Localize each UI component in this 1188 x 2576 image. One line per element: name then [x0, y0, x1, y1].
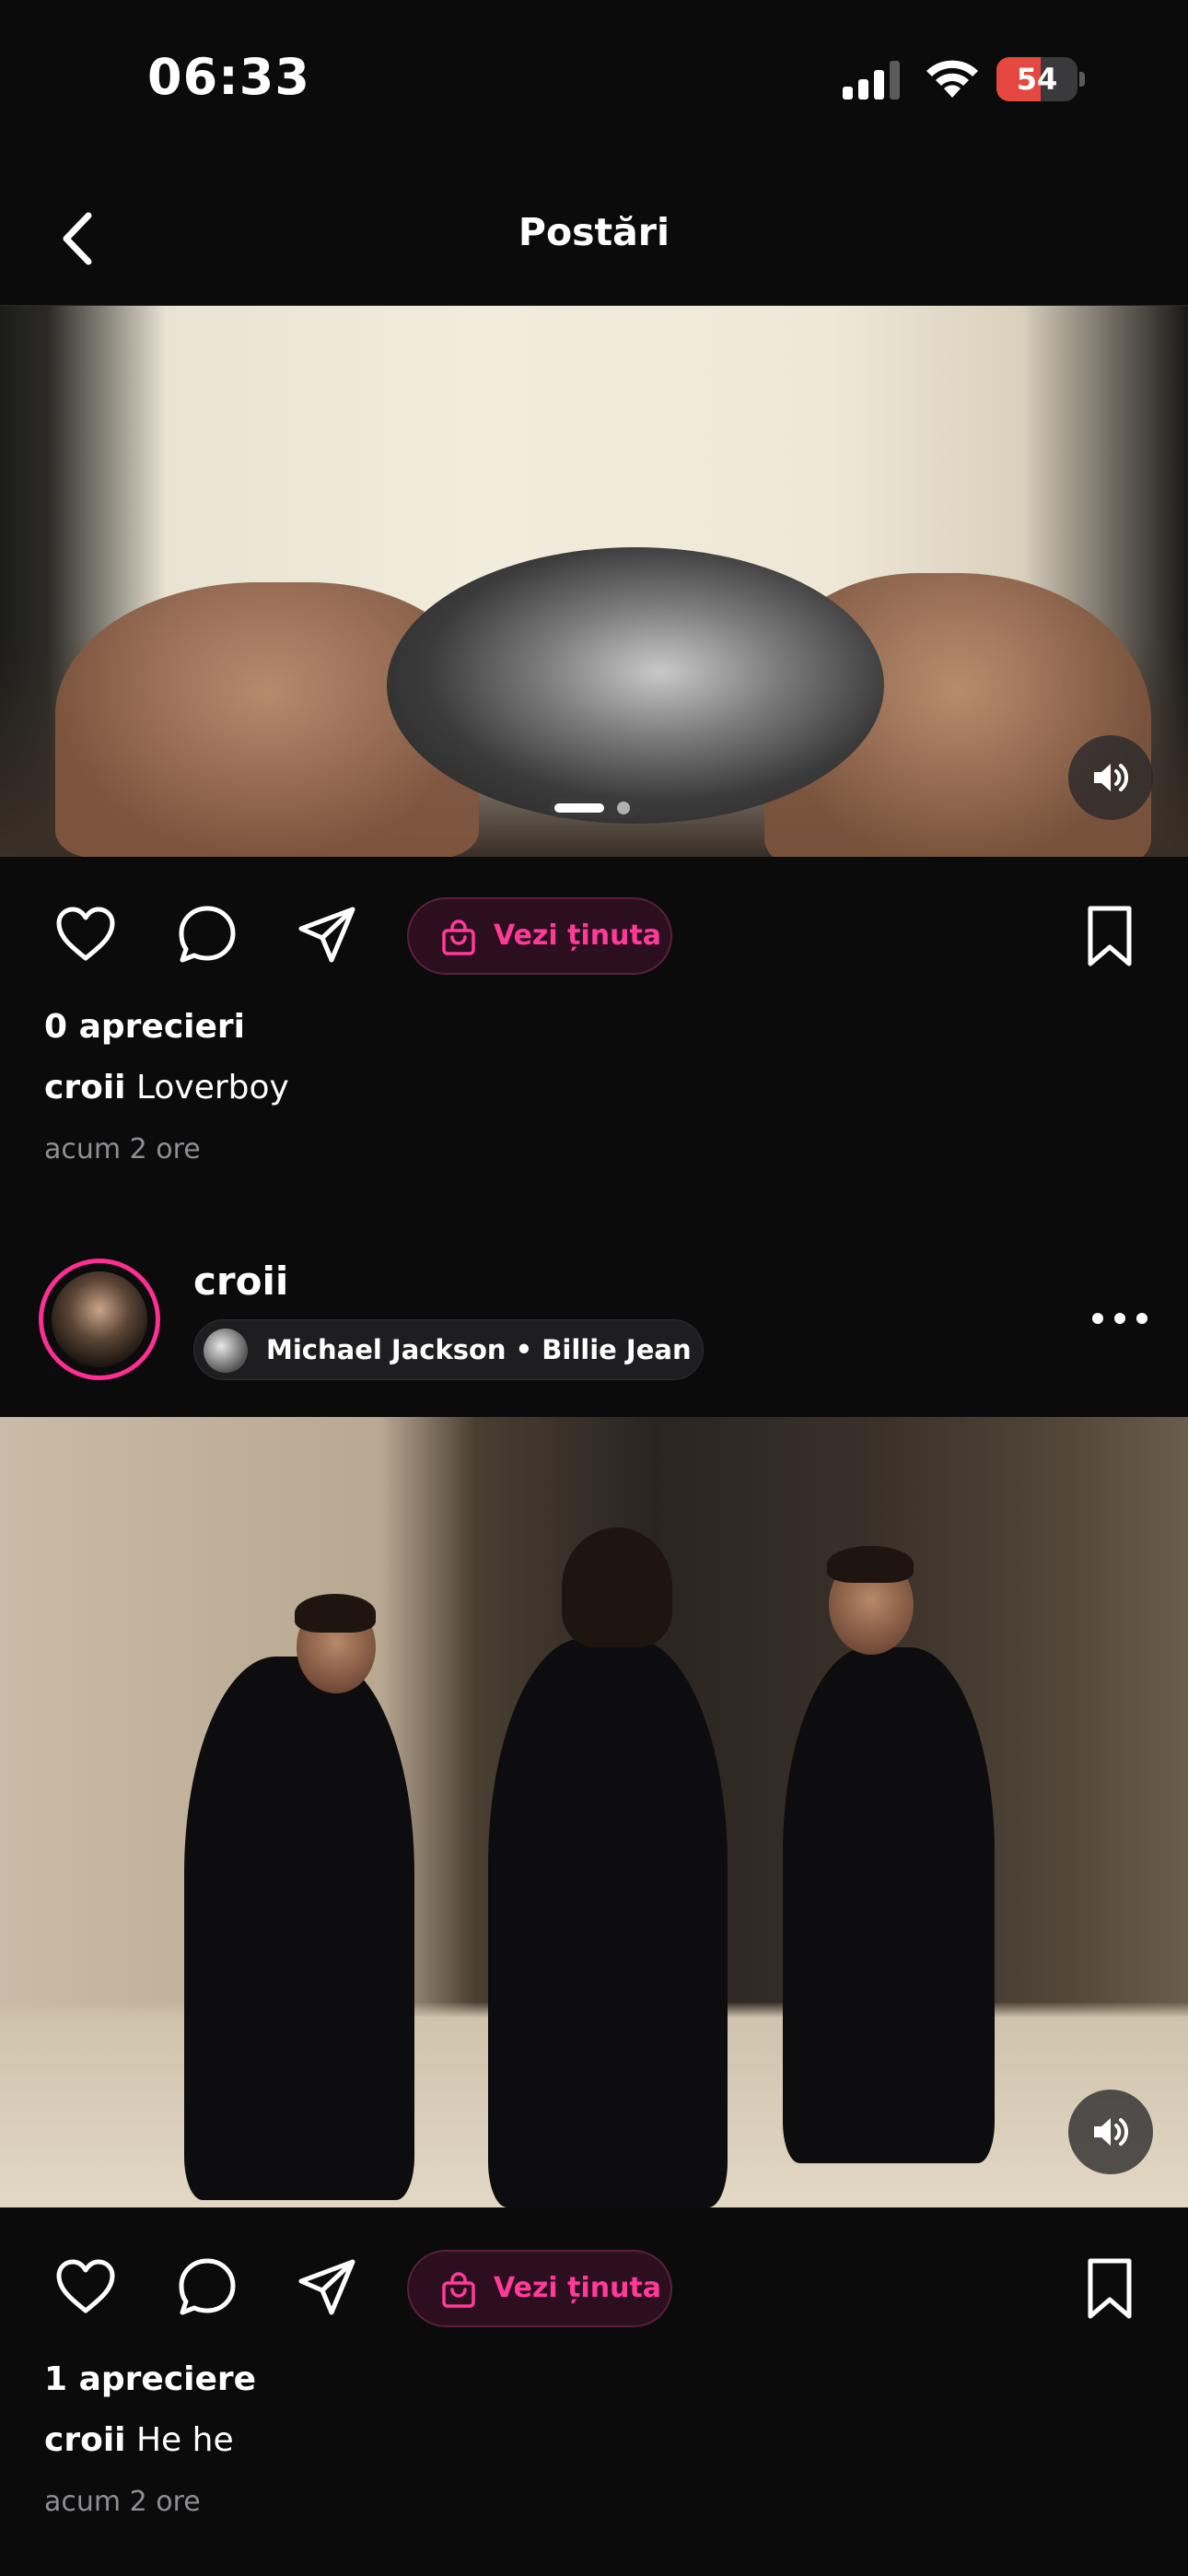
user-avatar[interactable] [39, 1259, 160, 1380]
heart-icon[interactable] [53, 903, 118, 967]
avatar-image [52, 1271, 147, 1367]
carousel-dot-active [554, 803, 604, 813]
post-caption: croii Loverboy [44, 1069, 289, 1107]
likes-count[interactable]: 1 apreciere [44, 2360, 256, 2398]
comment-icon[interactable] [175, 2255, 239, 2320]
post-username[interactable]: croii [193, 1259, 288, 1304]
send-icon[interactable] [295, 903, 359, 967]
battery-percentage: 54 [1016, 62, 1058, 97]
speaker-icon [1094, 764, 1128, 791]
caption-username[interactable]: croii [44, 1069, 126, 1107]
post-media[interactable] [0, 1417, 1188, 2207]
page-title: Postări [518, 210, 670, 254]
nav-header: Postări [0, 175, 1188, 306]
view-outfit-button[interactable]: Vezi ținuta [407, 2250, 672, 2327]
speaker-icon [1094, 2118, 1128, 2146]
status-time: 06:33 [147, 48, 310, 106]
caption-text: Loverboy [135, 1069, 289, 1107]
post-timestamp: acum 2 ore [44, 2486, 201, 2518]
shopping-bag-icon [442, 919, 475, 955]
bookmark-icon[interactable] [1083, 2255, 1136, 2322]
battery-indicator: 54 [996, 57, 1085, 101]
sound-toggle-button[interactable] [1068, 735, 1153, 820]
send-icon[interactable] [295, 2255, 359, 2320]
shopping-bag-icon [442, 2272, 475, 2308]
more-options-icon[interactable] [1092, 1305, 1147, 1332]
caption-text: He he [135, 2421, 234, 2459]
comment-icon[interactable] [175, 903, 239, 967]
cellular-signal-icon [843, 61, 900, 100]
view-outfit-label: Vezi ținuta [494, 2272, 662, 2304]
bookmark-icon[interactable] [1083, 903, 1136, 969]
heart-icon[interactable] [53, 2255, 118, 2320]
wifi-icon [926, 60, 978, 98]
caption-username[interactable]: croii [44, 2421, 126, 2459]
view-outfit-label: Vezi ținuta [494, 919, 662, 952]
music-track-pill[interactable]: Michael Jackson • Billie Jean [193, 1319, 704, 1380]
view-outfit-button[interactable]: Vezi ținuta [407, 897, 672, 975]
music-track-label: Michael Jackson • Billie Jean [266, 1334, 692, 1365]
post-action-bar: Vezi ținuta [0, 2235, 1188, 2327]
carousel-dot [617, 802, 630, 814]
sound-toggle-button[interactable] [1068, 2090, 1153, 2174]
album-art-icon [204, 1329, 248, 1373]
post-timestamp: acum 2 ore [44, 1133, 201, 1165]
post-media-carousel[interactable] [0, 306, 1188, 857]
likes-count[interactable]: 0 aprecieri [44, 1008, 245, 1046]
post-caption: croii He he [44, 2421, 234, 2459]
status-bar: 06:33 54 [0, 0, 1188, 157]
post-action-bar: Vezi ținuta [0, 883, 1188, 975]
carousel-page-indicator [549, 798, 641, 818]
